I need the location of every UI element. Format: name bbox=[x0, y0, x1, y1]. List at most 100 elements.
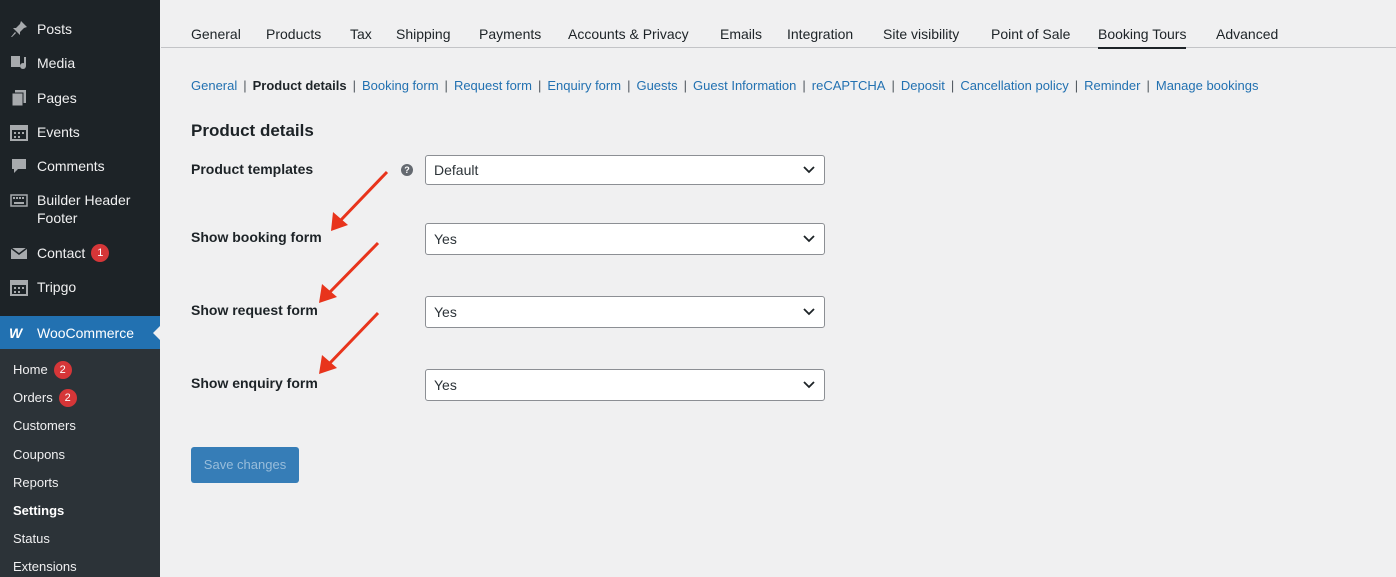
subnav-separator: | bbox=[802, 78, 806, 93]
help-icon[interactable]: ? bbox=[401, 164, 413, 176]
menu-label: Media bbox=[37, 55, 76, 71]
submenu-item-orders[interactable]: Orders 2 bbox=[13, 389, 77, 407]
select-value: Default bbox=[434, 162, 479, 178]
menu-item-posts[interactable]: Posts bbox=[0, 19, 160, 39]
show-booking-form-select[interactable]: Yes bbox=[425, 223, 825, 255]
admin-sidebar: Posts Media Pages Events Comments Builde… bbox=[0, 0, 161, 577]
save-button[interactable]: Save changes bbox=[191, 447, 299, 483]
subnav-separator: | bbox=[444, 78, 448, 93]
menu-item-woocommerce[interactable]: W WooCommerce bbox=[0, 316, 161, 349]
tab-integration[interactable]: Integration bbox=[787, 25, 853, 43]
subnav-guest-information[interactable]: Guest Information bbox=[693, 78, 796, 93]
calendar-icon bbox=[9, 277, 29, 297]
annotation-arrow-booking bbox=[331, 170, 389, 231]
notification-badge: 1 bbox=[91, 244, 110, 262]
menu-label: Tripgo bbox=[37, 279, 77, 295]
menu-item-builder-header-footer[interactable]: Builder Header Footer bbox=[0, 190, 160, 227]
pin-icon bbox=[9, 19, 29, 39]
subnav-separator: | bbox=[683, 78, 688, 93]
menu-item-events[interactable]: Events bbox=[0, 122, 160, 142]
annotation-arrow-enquiry bbox=[319, 311, 380, 374]
submenu-item-extensions[interactable]: Extensions bbox=[13, 558, 77, 576]
tab-booking-tours[interactable]: Booking Tours bbox=[1098, 25, 1187, 49]
menu-item-media[interactable]: Media bbox=[0, 53, 160, 73]
calendar-icon bbox=[9, 122, 29, 142]
svg-text:W: W bbox=[9, 326, 24, 340]
subnav-guests[interactable]: Guests bbox=[636, 78, 677, 93]
menu-label: Contact bbox=[37, 245, 86, 261]
tab-general[interactable]: General bbox=[191, 25, 241, 43]
subnav-recaptcha[interactable]: reCAPTCHA bbox=[812, 78, 886, 93]
subnav-reminder[interactable]: Reminder bbox=[1084, 78, 1140, 93]
select-value: Yes bbox=[434, 231, 457, 247]
menu-label-wrap: Contact 1 bbox=[37, 243, 110, 262]
chevron-down-icon bbox=[803, 308, 815, 316]
show-enquiry-form-select[interactable]: Yes bbox=[425, 369, 825, 401]
subnav-separator: | bbox=[891, 78, 895, 93]
subnav-booking-form[interactable]: Booking form bbox=[362, 78, 439, 93]
menu-label: Posts bbox=[37, 21, 73, 37]
submenu-item-customers[interactable]: Customers bbox=[13, 417, 76, 435]
tab-point-of-sale[interactable]: Point of Sale bbox=[991, 25, 1070, 43]
product-templates-select[interactable]: Default bbox=[425, 155, 825, 185]
section-title: Product details bbox=[191, 121, 314, 140]
subnav-separator: | bbox=[1074, 78, 1079, 93]
tab-products[interactable]: Products bbox=[266, 25, 321, 43]
tab-advanced[interactable]: Advanced bbox=[1216, 25, 1278, 43]
media-icon bbox=[9, 53, 29, 73]
menu-item-tripgo[interactable]: Tripgo bbox=[0, 277, 160, 297]
submenu-label: Home bbox=[13, 362, 48, 377]
select-value: Yes bbox=[434, 304, 457, 320]
tab-tax[interactable]: Tax bbox=[350, 25, 372, 43]
submenu-item-reports[interactable]: Reports bbox=[13, 474, 59, 492]
show-request-form-label: Show request form bbox=[191, 302, 318, 318]
comment-icon bbox=[9, 156, 29, 176]
subnav-manage-bookings[interactable]: Manage bookings bbox=[1156, 78, 1259, 93]
keyboard-icon bbox=[9, 190, 29, 210]
notification-badge: 2 bbox=[53, 361, 72, 379]
menu-label: Builder Header Footer bbox=[37, 192, 131, 226]
select-value: Yes bbox=[434, 377, 457, 393]
submenu-label: Orders bbox=[13, 390, 53, 405]
tab-site-visibility[interactable]: Site visibility bbox=[883, 25, 959, 43]
submenu-item-home[interactable]: Home 2 bbox=[13, 361, 72, 379]
menu-label: Events bbox=[37, 124, 80, 140]
menu-item-contact[interactable]: Contact 1 bbox=[0, 243, 160, 263]
annotation-arrow-request bbox=[319, 241, 380, 303]
subnav-separator: | bbox=[537, 78, 542, 93]
subnav-separator: | bbox=[627, 78, 631, 93]
notification-badge: 2 bbox=[58, 389, 77, 407]
product-templates-label: Product templates bbox=[191, 161, 314, 177]
tab-accounts-privacy[interactable]: Accounts & Privacy bbox=[568, 25, 689, 43]
woocommerce-submenu: Home 2 Orders 2 Customers Coupons Reports … bbox=[0, 349, 160, 577]
menu-label: WooCommerce bbox=[37, 324, 134, 341]
mail-icon bbox=[9, 243, 29, 263]
chevron-down-icon bbox=[803, 381, 815, 389]
subnav-separator: | bbox=[950, 78, 955, 93]
pages-icon bbox=[9, 88, 29, 108]
menu-label: Comments bbox=[37, 158, 105, 174]
show-request-form-select[interactable]: Yes bbox=[425, 296, 825, 328]
submenu-item-settings[interactable]: Settings bbox=[13, 502, 64, 520]
subnav-separator: | bbox=[352, 78, 356, 93]
subnav-separator: | bbox=[1146, 78, 1150, 93]
chevron-down-icon bbox=[803, 166, 815, 174]
subnav-deposit[interactable]: Deposit bbox=[901, 78, 945, 93]
subnav-cancellation-policy[interactable]: Cancellation policy bbox=[960, 78, 1068, 93]
show-booking-form-label: Show booking form bbox=[191, 229, 322, 245]
menu-item-pages[interactable]: Pages bbox=[0, 88, 160, 108]
menu-item-comments[interactable]: Comments bbox=[0, 156, 160, 176]
show-enquiry-form-label: Show enquiry form bbox=[191, 375, 318, 391]
tab-shipping[interactable]: Shipping bbox=[396, 25, 451, 43]
subnav-general[interactable]: General bbox=[191, 78, 237, 93]
subnav-separator: | bbox=[243, 78, 247, 93]
submenu-item-status[interactable]: Status bbox=[13, 530, 50, 548]
woo-icon: W bbox=[9, 323, 29, 343]
tab-payments[interactable]: Payments bbox=[479, 25, 541, 43]
submenu-item-coupons[interactable]: Coupons bbox=[13, 446, 65, 464]
subsection-nav: General | Product details | Booking form | Req… bbox=[191, 77, 1259, 95]
subnav-enquiry-form[interactable]: Enquiry form bbox=[547, 78, 621, 93]
subnav-product-details[interactable]: Product details bbox=[253, 78, 347, 93]
tab-emails[interactable]: Emails bbox=[720, 25, 762, 43]
subnav-request-form[interactable]: Request form bbox=[454, 78, 532, 93]
